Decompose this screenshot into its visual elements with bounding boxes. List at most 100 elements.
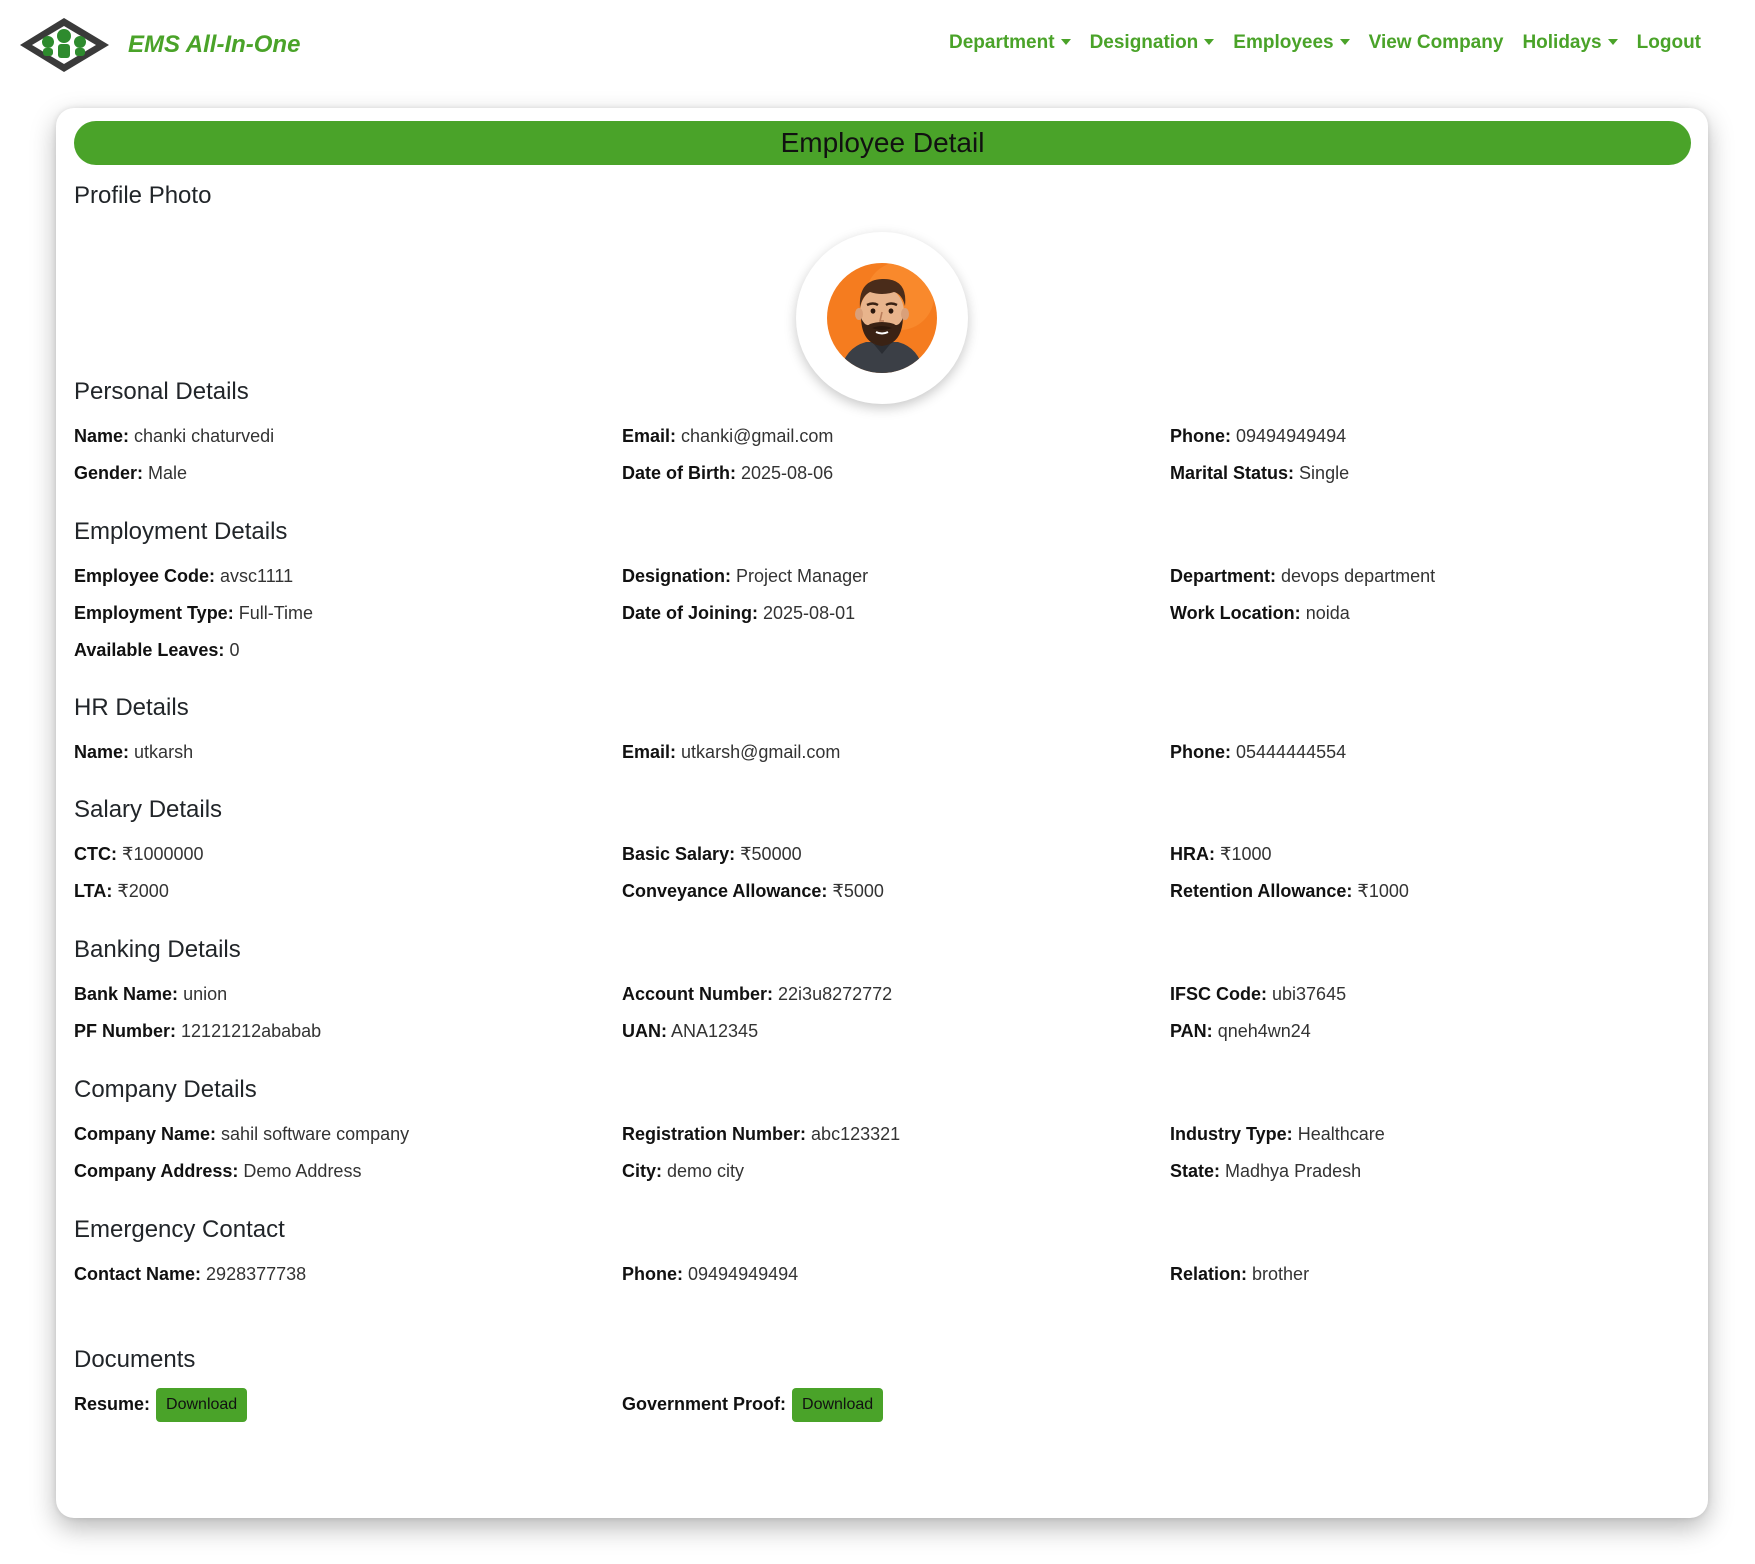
employee-code: Employee Code: avsc1111: [74, 566, 293, 587]
employee-detail-card: Employee Detail Profile Photo Personal D…: [56, 108, 1708, 1518]
value: demo city: [667, 1161, 745, 1181]
company-row-1: Company Name: sahil software company Reg…: [74, 1124, 1691, 1150]
profile-photo: [796, 232, 968, 404]
label: LTA:: [74, 881, 113, 901]
card-title: Employee Detail: [74, 121, 1691, 165]
resume-download-button[interactable]: Download: [156, 1388, 248, 1422]
personal-name: Name: chanki chaturvedi: [74, 426, 274, 447]
value: chanki chaturvedi: [134, 426, 275, 446]
label: Government Proof:: [622, 1393, 787, 1414]
resume-field: Resume: Download: [74, 1388, 248, 1422]
value: 22i3u8272772: [778, 984, 893, 1004]
work-location: Work Location: noida: [1170, 603, 1350, 624]
pf-number: PF Number: 12121212ababab: [74, 1021, 321, 1042]
contact-phone: Phone: 09494949494: [622, 1264, 798, 1285]
ifsc-code: IFSC Code: ubi37645: [1170, 984, 1346, 1005]
value: ₹1000000: [122, 844, 204, 864]
contact-name: Contact Name: 2928377738: [74, 1264, 306, 1285]
label: Email:: [622, 426, 677, 446]
label: Work Location:: [1170, 603, 1301, 623]
lta: LTA: ₹2000: [74, 881, 169, 902]
value: Single: [1299, 463, 1350, 483]
documents-row: Resume: Download Government Proof: Downloa…: [74, 1388, 1691, 1428]
nav-logout[interactable]: Logout: [1637, 32, 1701, 54]
value: 2025-08-01: [763, 603, 856, 623]
value: 09494949494: [1236, 426, 1347, 446]
label: Email:: [622, 742, 677, 762]
pan: PAN: qneh4wn24: [1170, 1021, 1311, 1042]
profile-photo-title: Profile Photo: [74, 182, 212, 209]
value: 0: [229, 640, 240, 660]
nav-employees[interactable]: Employees: [1233, 32, 1350, 54]
value: devops department: [1281, 566, 1436, 586]
registration-number: Registration Number: abc123321: [622, 1124, 900, 1145]
value: Madhya Pradesh: [1225, 1161, 1362, 1181]
banking-row-1: Bank Name: union Account Number: 22i3u82…: [74, 984, 1691, 1010]
label: Basic Salary:: [622, 844, 736, 864]
nav-department[interactable]: Department: [949, 32, 1071, 54]
value: ₹5000: [832, 881, 884, 901]
label: Relation:: [1170, 1264, 1248, 1284]
nav-holidays-label: Holidays: [1522, 32, 1602, 53]
value: ₹1000: [1357, 881, 1409, 901]
label: HRA:: [1170, 844, 1215, 864]
nav-holidays[interactable]: Holidays: [1522, 32, 1618, 54]
label: Contact Name:: [74, 1264, 202, 1284]
company-details-title: Company Details: [74, 1076, 257, 1103]
personal-email: Email: chanki@gmail.com: [622, 426, 833, 447]
label: State:: [1170, 1161, 1221, 1181]
label: Bank Name:: [74, 984, 179, 1004]
employment-type: Employment Type: Full-Time: [74, 603, 313, 624]
ctc: CTC: ₹1000000: [74, 844, 204, 865]
employment-row-1: Employee Code: avsc1111 Designation: Pro…: [74, 566, 1691, 592]
banking-row-2: PF Number: 12121212ababab UAN: ANA12345 …: [74, 1021, 1691, 1047]
label: Employment Type:: [74, 603, 234, 623]
label: Gender:: [74, 463, 144, 483]
personal-row-2: Gender: Male Date of Birth: 2025-08-06 M…: [74, 463, 1691, 489]
label: Name:: [74, 742, 130, 762]
value: noida: [1305, 603, 1350, 623]
label: CTC:: [74, 844, 117, 864]
value: ubi37645: [1272, 984, 1347, 1004]
hr-phone: Phone: 05444444554: [1170, 742, 1346, 763]
label: Marital Status:: [1170, 463, 1295, 483]
designation: Designation: Project Manager: [622, 566, 868, 587]
brand-name: EMS All-In-One: [128, 31, 301, 58]
government-proof-download-button[interactable]: Download: [792, 1388, 884, 1422]
label: City:: [622, 1161, 662, 1181]
nav-employees-label: Employees: [1233, 32, 1334, 53]
label: Employee Code:: [74, 566, 216, 586]
hr-row-1: Name: utkarsh Email: utkarsh@gmail.com P…: [74, 742, 1691, 768]
personal-row-1: Name: chanki chaturvedi Email: chanki@gm…: [74, 426, 1691, 452]
nav-logout-label: Logout: [1636, 32, 1701, 53]
label: Account Number:: [622, 984, 774, 1004]
label: Registration Number:: [622, 1124, 807, 1144]
value: utkarsh@gmail.com: [681, 742, 841, 762]
nav-designation[interactable]: Designation: [1090, 32, 1215, 54]
value: chanki@gmail.com: [681, 426, 834, 446]
label: Retention Allowance:: [1170, 881, 1353, 901]
navbar: EMS All-In-One Department Designation Em…: [0, 0, 1755, 90]
label: Company Name:: [74, 1124, 217, 1144]
label: Designation:: [622, 566, 732, 586]
logo-icon: [20, 18, 109, 72]
value: qneh4wn24: [1217, 1021, 1311, 1041]
conveyance-allowance: Conveyance Allowance: ₹5000: [622, 881, 884, 902]
value: Project Manager: [736, 566, 869, 586]
caret-down-icon: [1204, 39, 1215, 45]
company-name: Company Name: sahil software company: [74, 1124, 409, 1145]
personal-dob: Date of Birth: 2025-08-06: [622, 463, 833, 484]
employment-row-2: Employment Type: Full-Time Date of Joini…: [74, 603, 1691, 629]
label: Department:: [1170, 566, 1277, 586]
value: brother: [1252, 1264, 1310, 1284]
caret-down-icon: [1339, 39, 1350, 45]
nav-view-company[interactable]: View Company: [1369, 32, 1504, 54]
bank-name: Bank Name: union: [74, 984, 227, 1005]
industry-type: Industry Type: Healthcare: [1170, 1124, 1385, 1145]
label: Conveyance Allowance:: [622, 881, 828, 901]
value: 05444444554: [1236, 742, 1347, 762]
brand[interactable]: EMS All-In-One: [18, 16, 300, 74]
hr-email: Email: utkarsh@gmail.com: [622, 742, 840, 763]
avatar-icon: [827, 263, 937, 373]
caret-down-icon: [1060, 39, 1071, 45]
